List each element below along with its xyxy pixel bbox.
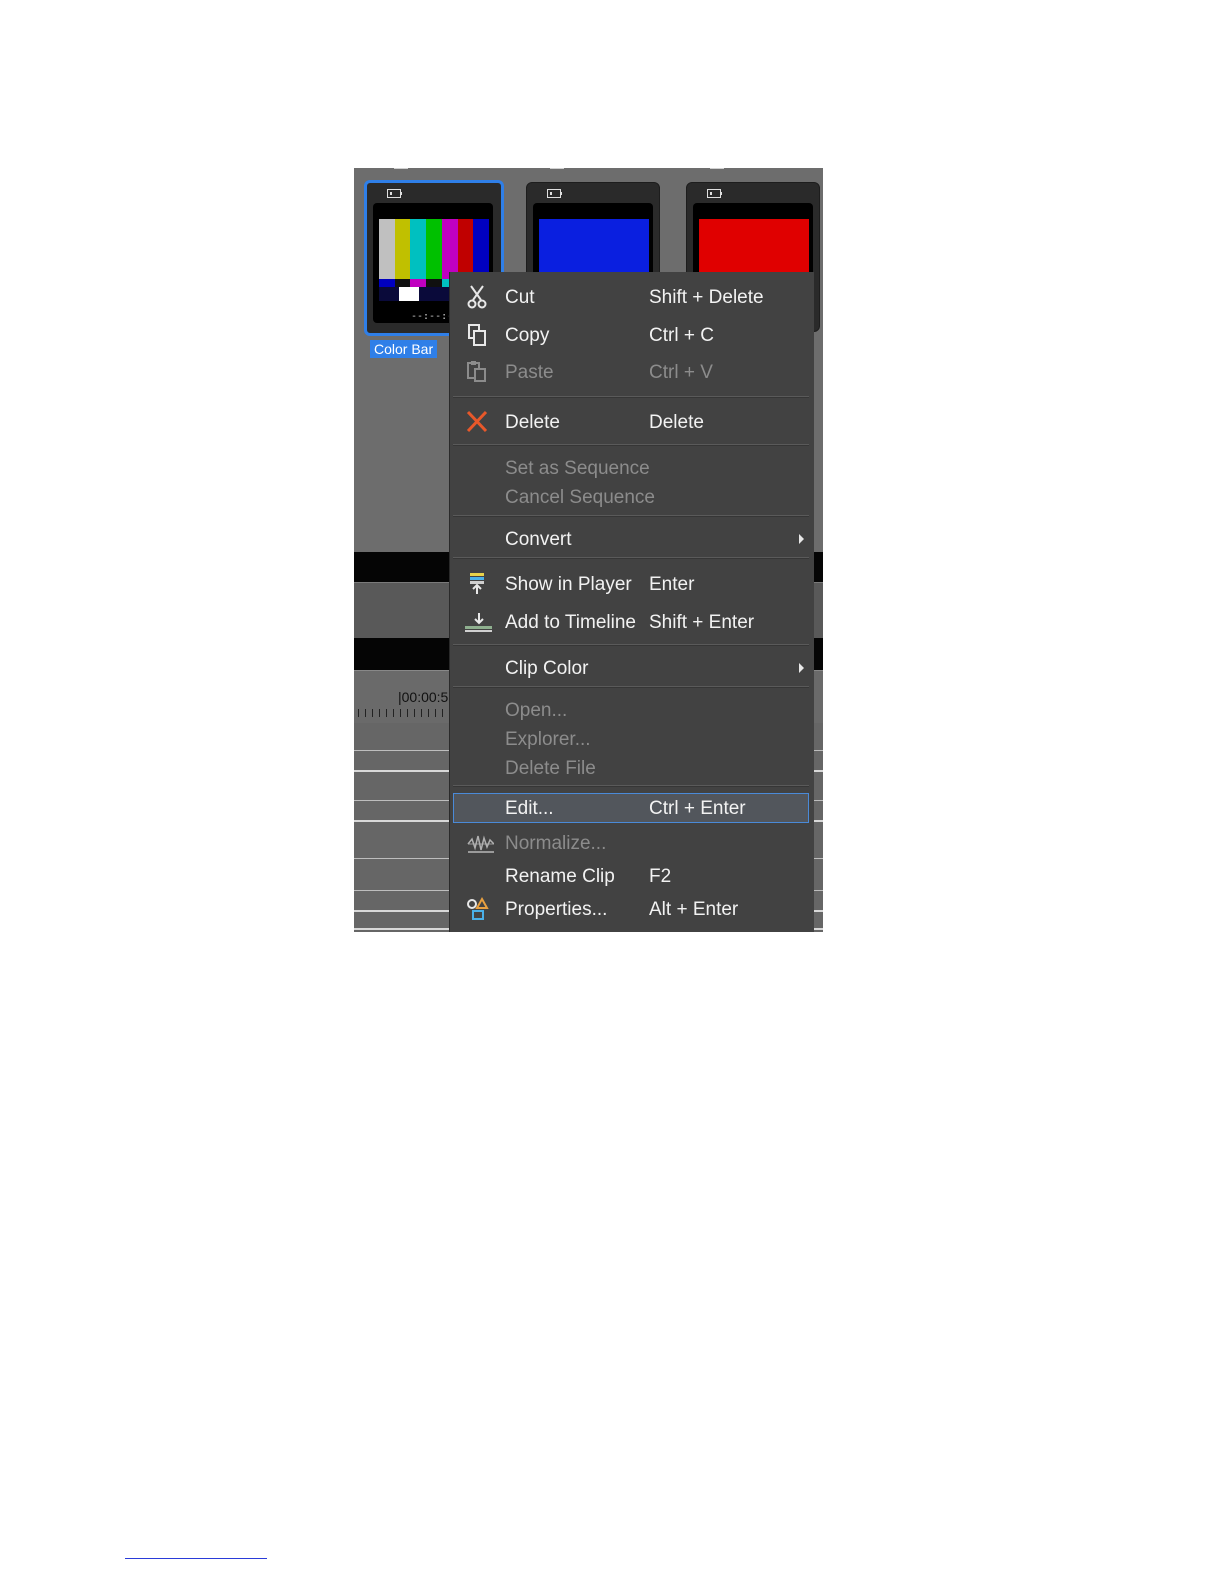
color-bar — [379, 279, 395, 287]
menu-item-label: Normalize... — [505, 833, 607, 854]
color-bar — [379, 219, 395, 279]
clip-name-label[interactable]: Color Bar — [370, 340, 438, 358]
menu-item-label: Edit... — [505, 798, 554, 819]
bin-tick — [394, 168, 408, 172]
scissors-icon — [467, 285, 487, 309]
menu-separator — [453, 644, 809, 646]
menu-item-shortcut: F2 — [649, 866, 672, 887]
color-bar — [457, 219, 474, 279]
menu-item-label: Add to Timeline — [505, 612, 636, 633]
menu-item-shortcut: Enter — [649, 574, 695, 595]
ruler-ticks — [358, 709, 448, 717]
menu-item-shortcut: Shift + Delete — [649, 287, 764, 308]
menu-separator — [453, 557, 809, 559]
menu-separator — [453, 785, 809, 787]
color-bar — [473, 219, 490, 279]
color-bar — [441, 219, 458, 279]
bin-tick — [710, 168, 724, 172]
waveform-icon — [467, 835, 494, 853]
footnote-rule — [125, 1558, 267, 1559]
bin-tick — [550, 168, 564, 172]
context-menu: Cut Shift + Delete Copy Ctrl + C Paste C… — [450, 272, 814, 932]
color-bar — [394, 219, 411, 279]
menu-item-properties[interactable]: Properties... Alt + Enter — [450, 894, 814, 924]
color-bar — [426, 279, 442, 287]
menu-item-delete-file: Delete File — [450, 753, 814, 783]
menu-item-label: Explorer... — [505, 729, 591, 750]
menu-item-shortcut: Delete — [649, 412, 704, 433]
menu-item-open: Open... — [450, 695, 814, 725]
menu-item-label: Delete File — [505, 758, 596, 779]
delete-x-icon — [466, 410, 488, 433]
menu-item-shortcut: Ctrl + C — [649, 325, 714, 346]
clip-type-icon — [547, 189, 562, 198]
add-to-timeline-icon — [465, 613, 492, 632]
menu-separator — [453, 515, 809, 517]
color-bars-top — [379, 219, 490, 279]
menu-item-cancel-sequence: Cancel Sequence — [450, 482, 814, 512]
clip-type-icon — [707, 189, 722, 198]
menu-item-rename-clip[interactable]: Rename Clip F2 — [450, 861, 814, 891]
menu-item-shortcut: Shift + Enter — [649, 612, 755, 633]
menu-separator — [453, 444, 809, 446]
menu-item-label: Cut — [505, 287, 535, 308]
paste-icon — [467, 361, 486, 382]
menu-item-delete[interactable]: Delete Delete — [450, 407, 814, 437]
menu-item-label: Rename Clip — [505, 866, 615, 887]
menu-item-add-to-timeline[interactable]: Add to Timeline Shift + Enter — [450, 607, 814, 637]
submenu-arrow-icon — [799, 534, 804, 544]
menu-item-label: Open... — [505, 700, 568, 721]
menu-item-clip-color[interactable]: Clip Color — [450, 653, 814, 683]
menu-item-paste: Paste Ctrl + V — [450, 357, 814, 387]
menu-item-label: Delete — [505, 412, 560, 433]
menu-item-label: Cancel Sequence — [505, 487, 655, 508]
menu-item-cut[interactable]: Cut Shift + Delete — [450, 282, 814, 312]
menu-item-edit[interactable]: Edit... Ctrl + Enter — [450, 793, 814, 823]
copy-icon — [468, 324, 486, 346]
menu-item-shortcut: Alt + Enter — [649, 899, 739, 920]
menu-separator — [453, 396, 809, 398]
menu-item-label: Convert — [505, 529, 572, 550]
menu-item-label: Set as Sequence — [505, 458, 650, 479]
properties-icon — [467, 896, 489, 920]
menu-item-normalize: Normalize... — [450, 828, 814, 858]
white-patch — [399, 287, 419, 301]
menu-item-shortcut: Ctrl + Enter — [649, 798, 746, 819]
menu-item-label: Properties... — [505, 899, 608, 920]
menu-separator — [453, 686, 809, 688]
color-bar — [410, 279, 427, 287]
color-bar — [410, 219, 427, 279]
color-bar — [426, 219, 442, 279]
show-in-player-icon — [470, 573, 484, 594]
menu-item-copy[interactable]: Copy Ctrl + C — [450, 320, 814, 350]
menu-item-convert[interactable]: Convert — [450, 524, 814, 554]
menu-item-label: Paste — [505, 362, 554, 383]
menu-item-show-in-player[interactable]: Show in Player Enter — [450, 569, 814, 599]
menu-item-label: Clip Color — [505, 658, 589, 679]
submenu-arrow-icon — [799, 663, 804, 673]
menu-item-set-as-sequence: Set as Sequence — [450, 453, 814, 483]
color-bar — [394, 279, 411, 287]
menu-item-label: Show in Player — [505, 574, 632, 595]
ruler-timecode: |00:00:5 — [398, 689, 449, 705]
menu-item-label: Copy — [505, 325, 550, 346]
menu-item-explorer: Explorer... — [450, 724, 814, 754]
menu-item-shortcut: Ctrl + V — [649, 362, 713, 383]
clip-type-icon — [387, 189, 402, 198]
